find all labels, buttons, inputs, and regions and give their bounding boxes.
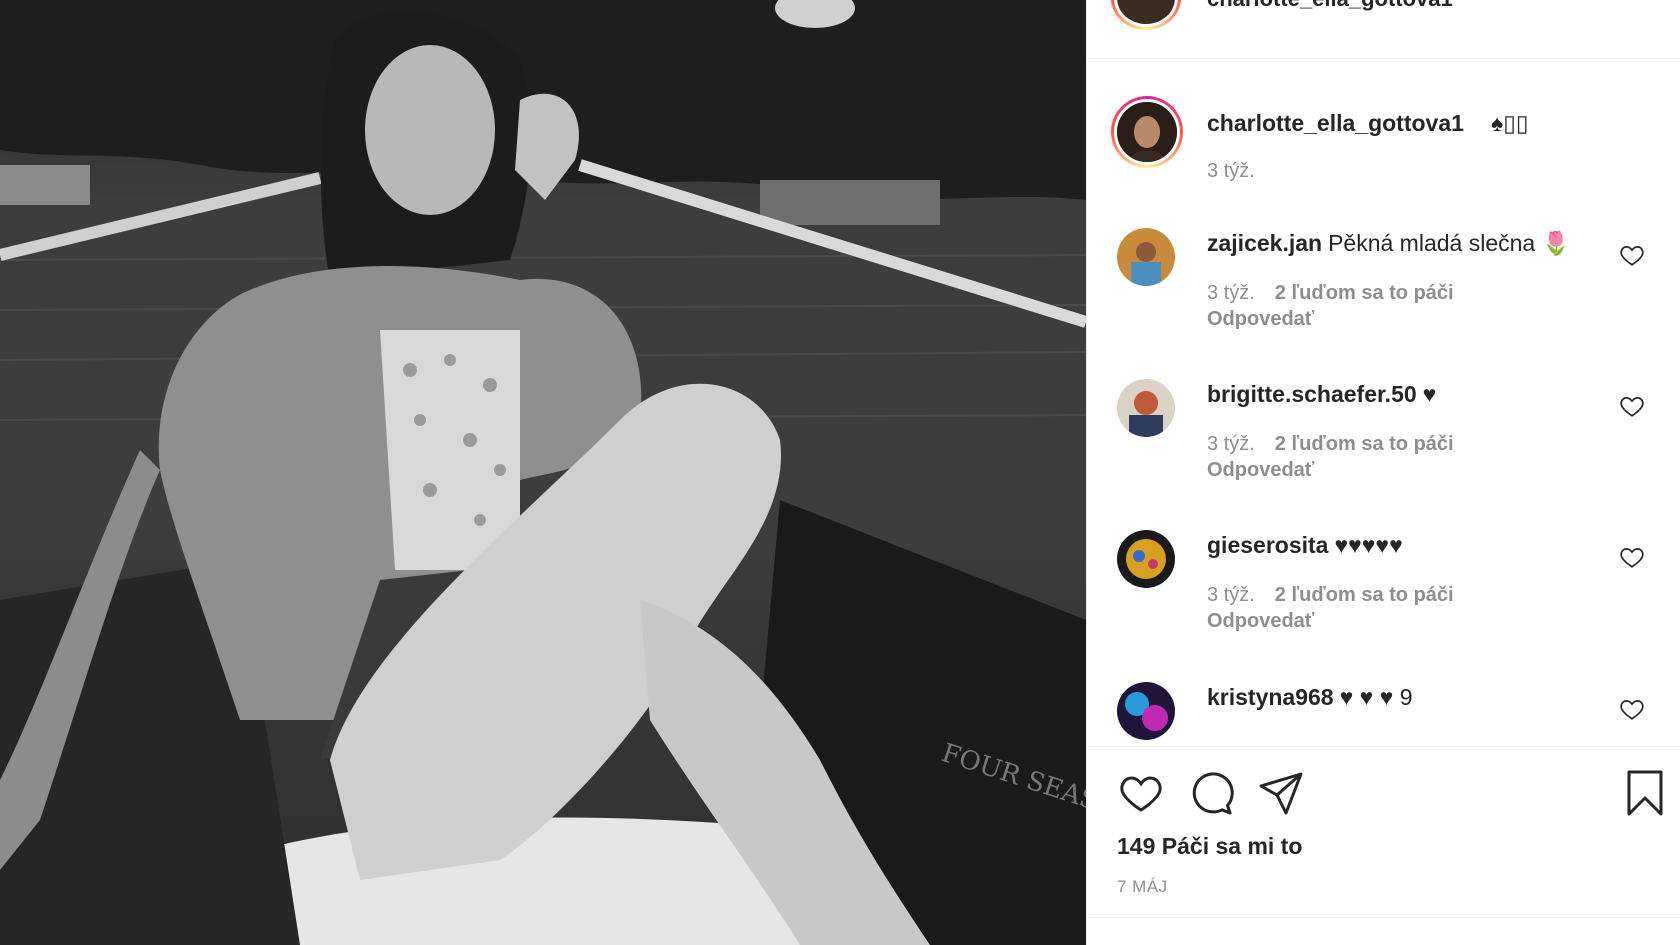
header-avatar[interactable] (1111, 0, 1181, 30)
comment-avatar-photo (1117, 228, 1175, 286)
comment-line: kristyna968 ♥ ♥ ♥ 9 (1207, 684, 1413, 711)
comment-meta: 3 týž. 2 ľuďom sa to páči (1207, 584, 1454, 607)
comment-username[interactable]: brigitte.schaefer.50 (1207, 381, 1417, 407)
comment-item: kristyna968 ♥ ♥ ♥ 9 (1117, 682, 1667, 746)
bookmark-icon[interactable] (1621, 769, 1669, 817)
comment-avatar-photo (1117, 379, 1175, 437)
caption-text: ♠▯▯ (1491, 110, 1529, 136)
heart-outline-icon[interactable] (1117, 769, 1165, 817)
comment-username[interactable]: kristyna968 (1207, 684, 1334, 710)
comment-text: ♥♥♥♥♥ (1334, 532, 1403, 558)
comment-item: zajicek.jan Pěkná mladá slečna 🌷 3 týž. 2 … (1117, 228, 1667, 348)
comment-meta: 3 týž. 2 ľuďom sa to páči (1207, 282, 1454, 305)
comment-avatar-photo (1117, 530, 1175, 588)
comment-like-heart-icon[interactable] (1619, 696, 1645, 722)
comment-username[interactable]: zajicek.jan (1207, 230, 1322, 256)
comment-line: brigitte.schaefer.50 ♥ (1207, 381, 1436, 408)
comment-avatar[interactable] (1117, 530, 1175, 588)
post-actions-bar (1117, 769, 1667, 819)
comment-likes[interactable]: 2 ľuďom sa to páči (1275, 584, 1454, 606)
likes-count[interactable]: 149 Páči sa mi to (1117, 833, 1302, 860)
comment-like-heart-icon[interactable] (1619, 393, 1645, 419)
comment-reply-button[interactable]: Odpovedať (1207, 308, 1314, 331)
header-avatar-image (1114, 0, 1178, 27)
paper-plane-icon[interactable] (1257, 769, 1305, 817)
caption-avatar-photo (1117, 102, 1177, 162)
comment-line: gieserosita ♥♥♥♥♥ (1207, 532, 1403, 559)
comment-text: ♥ (1422, 381, 1437, 407)
comment-likes[interactable]: 2 ľuďom sa to páči (1275, 282, 1454, 304)
comment-text: ♥ ♥ ♥ 9 (1339, 684, 1413, 710)
caption-avatar-image (1114, 99, 1180, 165)
comment-like-heart-icon[interactable] (1619, 242, 1645, 268)
comment-text: Pěkná mladá slečna 🌷 (1328, 230, 1571, 256)
post-header: charlotte_ella_gottova1 (1087, 0, 1680, 59)
comment-time[interactable]: 3 týž. (1207, 282, 1255, 304)
divider (1087, 917, 1680, 918)
comment-reply-button[interactable]: Odpovedať (1207, 610, 1314, 633)
comment-item: brigitte.schaefer.50 ♥ 3 týž. 2 ľuďom sa t… (1117, 379, 1667, 499)
comment-reply-button[interactable]: Odpovedať (1207, 459, 1314, 482)
caption-avatar[interactable] (1111, 96, 1183, 168)
comment-line: zajicek.jan Pěkná mladá slečna 🌷 (1207, 230, 1570, 257)
comment-time[interactable]: 3 týž. (1207, 584, 1255, 606)
comment-likes[interactable]: 2 ľuďom sa to páči (1275, 433, 1454, 455)
post-date[interactable]: 7 MÁJ (1117, 877, 1168, 897)
post-side-panel: charlotte_ella_gottova1 charlotte_ella_g… (1086, 0, 1680, 945)
comment-avatar[interactable] (1117, 228, 1175, 286)
comment-avatar[interactable] (1117, 682, 1175, 740)
post-photo-graphic: FOUR SEAS (0, 0, 1086, 945)
caption-time[interactable]: 3 týž. (1207, 160, 1255, 183)
comment-meta: 3 týž. 2 ľuďom sa to páči (1207, 433, 1454, 456)
header-username[interactable]: charlotte_ella_gottova1 (1207, 0, 1453, 12)
comment-avatar[interactable] (1117, 379, 1175, 437)
comment-avatar-photo (1117, 682, 1175, 740)
post-actions-section: 149 Páči sa mi to 7 MÁJ (1087, 746, 1680, 945)
comment-username[interactable]: gieserosita (1207, 532, 1328, 558)
comment-time[interactable]: 3 týž. (1207, 433, 1255, 455)
comment-like-heart-icon[interactable] (1619, 544, 1645, 570)
comments-list[interactable]: charlotte_ella_gottova1 ♠▯▯ 3 týž. zajic… (1087, 60, 1680, 746)
speech-bubble-icon[interactable] (1187, 769, 1235, 817)
post-photo[interactable]: FOUR SEAS (0, 0, 1086, 945)
caption-username[interactable]: charlotte_ella_gottova1 (1207, 110, 1464, 137)
comment-item: gieserosita ♥♥♥♥♥ 3 týž. 2 ľuďom sa to páč… (1117, 530, 1667, 650)
post-caption: charlotte_ella_gottova1 ♠▯▯ 3 týž. (1111, 96, 1671, 196)
